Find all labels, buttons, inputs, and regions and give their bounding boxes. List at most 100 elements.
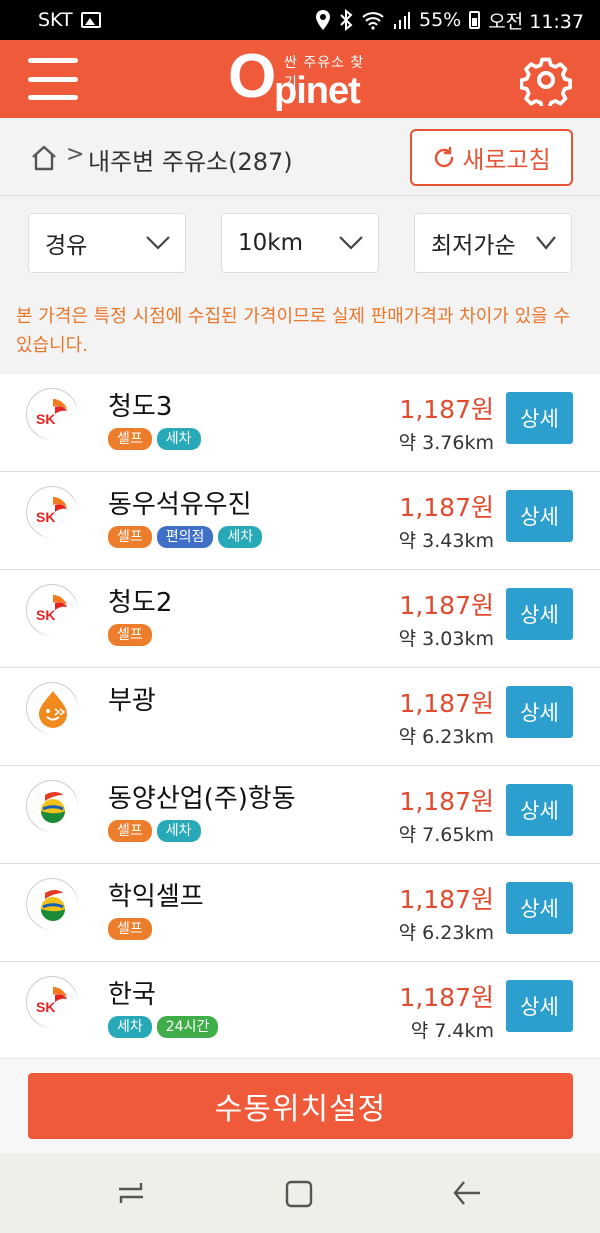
radius-select[interactable]: 10km — [221, 213, 379, 273]
service-badge: 편의점 — [156, 526, 214, 548]
refresh-label: 새로고침 — [462, 147, 551, 174]
detail-button[interactable]: 상세 — [506, 686, 573, 738]
station-row[interactable]: 동양산업(주)항동 셀프 세차 1,187원 약 7.65km 상세 — [0, 766, 600, 864]
sort-select[interactable]: 최저가순 — [414, 213, 572, 273]
chevron-down-icon — [146, 236, 170, 250]
station-distance: 약 7.4km — [410, 1020, 494, 1042]
brand-logo-icon — [26, 682, 78, 734]
breadcrumb-separator: > — [66, 142, 85, 167]
service-badge: 셀프 — [108, 624, 152, 646]
status-bar: SKT 55% 오전 11:37 — [0, 0, 600, 40]
detail-button[interactable]: 상세 — [506, 980, 573, 1032]
station-distance: 약 6.23km — [398, 726, 494, 748]
svg-text:SK: SK — [36, 509, 55, 525]
service-badge: 세차 — [156, 428, 201, 450]
signal-icon — [394, 12, 410, 29]
battery-percent: 55% — [419, 9, 462, 31]
service-badge: 셀프 — [108, 918, 152, 940]
sort-value: 최저가순 — [431, 233, 516, 259]
station-row[interactable]: SK 청도2 셀프 1,187원약 3.03km 상세 — [0, 570, 600, 668]
station-name: 한국 — [108, 980, 156, 1010]
detail-button[interactable]: 상세 — [506, 490, 573, 542]
gallery-icon — [80, 12, 101, 28]
station-row[interactable]: SK 동우석유우진 셀프 편의점 세차 1,187원 약 3.43km 상세 — [0, 472, 600, 570]
refresh-icon — [435, 146, 454, 167]
service-badge: 셀프 — [108, 428, 152, 450]
station-name: 부광 — [108, 686, 156, 716]
chevron-down-icon — [536, 236, 556, 250]
station-badges: 셀프 — [108, 624, 152, 646]
home-icon[interactable] — [30, 144, 58, 172]
station-name: 청도3 — [108, 392, 173, 422]
bluetooth-icon — [340, 9, 353, 31]
svg-text:SK: SK — [36, 999, 55, 1015]
station-distance: 약 6.23km — [398, 922, 494, 944]
gear-icon[interactable] — [520, 54, 572, 106]
wifi-icon — [362, 12, 384, 30]
service-badge: 셀프 — [108, 820, 152, 842]
service-badge: 세차 — [156, 820, 201, 842]
manual-location-button[interactable]: 수동위치설정 — [28, 1073, 573, 1139]
chevron-down-icon — [339, 236, 363, 250]
station-price: 1,187원 — [399, 591, 494, 620]
fuel-type-value: 경유 — [45, 233, 88, 259]
detail-button[interactable]: 상세 — [506, 882, 573, 934]
price-notice: 본 가격은 특정 시점에 수집된 가격이므로 실제 판매가격과 차이가 있을 수… — [0, 290, 600, 374]
page-title: 내주변 주유소(287) — [88, 148, 293, 176]
refresh-button[interactable]: 새로고침 — [410, 129, 573, 186]
service-badge: 세차 — [108, 1016, 152, 1038]
bottom-action-bar: 수동위치설정 — [0, 1058, 600, 1153]
brand-logo-icon: SK — [26, 486, 78, 538]
carrier-label: SKT — [38, 9, 73, 31]
station-badges: 셀프 세차 — [108, 820, 201, 842]
breadcrumb: > 내주변 주유소(287) 새로고침 — [0, 118, 600, 196]
station-row[interactable]: SK 한국세차 24시간 1,187원약 7.4km 상세 — [0, 962, 600, 1058]
detail-button[interactable]: 상세 — [506, 784, 573, 836]
station-name: 학익셀프 — [108, 882, 204, 912]
battery-icon — [469, 11, 481, 29]
location-icon — [316, 10, 330, 30]
logo-word: pinet — [274, 70, 361, 112]
fuel-type-select[interactable]: 경유 — [28, 213, 186, 273]
station-row[interactable]: SK 청도3 셀프 세차 1,187원약 3.76km 상세 — [0, 374, 600, 472]
radius-value: 10km — [238, 230, 303, 256]
station-badges: 셀프 세차 — [108, 428, 201, 450]
station-price: 1,187원 — [399, 395, 494, 424]
station-distance: 약 3.03km — [398, 628, 494, 650]
station-price: 1,187원 — [399, 983, 494, 1012]
logo-o: O — [228, 42, 277, 111]
brand-logo-icon: SK — [26, 976, 78, 1028]
station-badges: 셀프 편의점 세차 — [108, 526, 263, 548]
brand-logo-icon: SK — [26, 584, 78, 636]
station-distance: 약 3.76km — [398, 432, 494, 454]
app-header: O 싼 주유소 찾기 pinet — [0, 40, 600, 118]
svg-text:SK: SK — [36, 607, 55, 623]
station-name: 청도2 — [108, 588, 173, 618]
station-badges: 세차 24시간 — [108, 1016, 219, 1038]
brand-logo-icon: SK — [26, 388, 78, 440]
station-row[interactable]: 학익셀프 셀프 1,187원 약 6.23km 상세 — [0, 864, 600, 962]
service-badge: 24시간 — [156, 1016, 219, 1038]
recent-apps-icon[interactable] — [116, 1179, 146, 1207]
station-row[interactable]: 부광 1,187원약 6.23km 상세 — [0, 668, 600, 766]
brand-logo-icon — [26, 780, 78, 832]
opinet-logo: O 싼 주유소 찾기 pinet — [228, 42, 378, 113]
station-distance: 약 7.65km — [398, 824, 494, 846]
service-badge: 세차 — [218, 526, 263, 548]
station-badges: 셀프 — [108, 918, 152, 940]
svg-text:SK: SK — [36, 411, 55, 427]
station-price: 1,187원 — [399, 689, 494, 718]
station-price: 1,187원 — [399, 493, 494, 522]
back-icon[interactable] — [452, 1179, 482, 1207]
station-list[interactable]: SK 청도3 셀프 세차 1,187원 약 3.76km 상세 SK 동우석유우진 셀프 편의점 세차… — [0, 374, 600, 1058]
service-badge: 셀프 — [108, 526, 152, 548]
home-button-icon[interactable] — [284, 1179, 314, 1209]
hamburger-icon[interactable] — [28, 58, 78, 100]
brand-logo-icon — [26, 878, 78, 930]
detail-button[interactable]: 상세 — [506, 588, 573, 640]
system-nav-bar — [0, 1153, 600, 1233]
station-distance: 약 3.43km — [398, 530, 494, 552]
filter-bar: 경유 10km 최저가순 — [0, 196, 600, 288]
detail-button[interactable]: 상세 — [506, 392, 573, 444]
station-price: 1,187원 — [399, 787, 494, 816]
